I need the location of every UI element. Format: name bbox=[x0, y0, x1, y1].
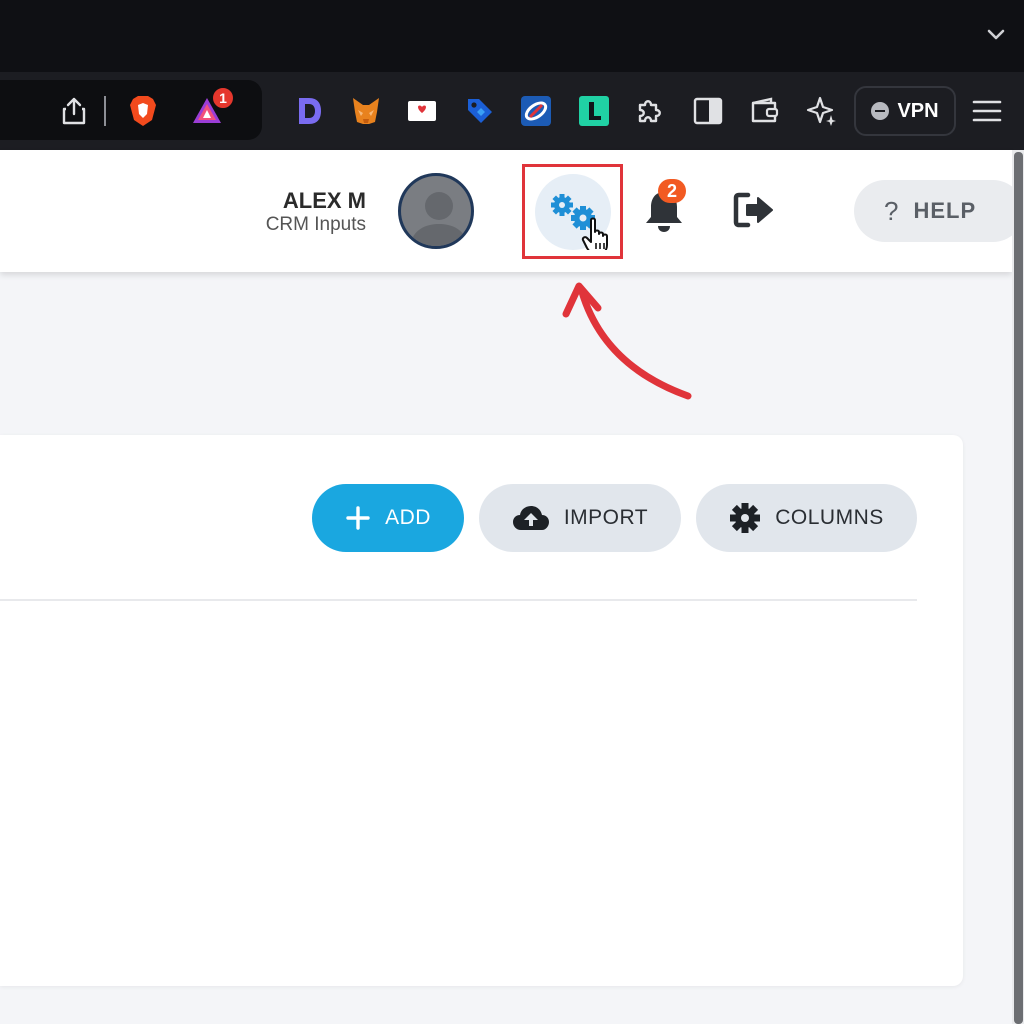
wallet-icon[interactable] bbox=[748, 94, 782, 128]
plus-icon bbox=[346, 506, 370, 530]
add-label: ADD bbox=[385, 506, 431, 529]
help-label: HELP bbox=[913, 198, 977, 223]
logout-button[interactable] bbox=[732, 190, 778, 230]
vpn-status-icon bbox=[871, 102, 890, 120]
toolbar-separator bbox=[104, 96, 106, 126]
user-role: CRM Inputs bbox=[265, 214, 366, 235]
import-label: IMPORT bbox=[563, 506, 649, 529]
l-extension-icon[interactable] bbox=[577, 94, 611, 128]
import-button[interactable]: IMPORT bbox=[479, 484, 681, 552]
columns-label: COLUMNS bbox=[775, 506, 884, 529]
gear-icon bbox=[730, 503, 761, 533]
vpn-button[interactable]: VPN bbox=[854, 86, 956, 136]
link-extension-icon[interactable] bbox=[519, 94, 553, 128]
rewards-badge: 1 bbox=[211, 86, 235, 110]
menu-icon[interactable] bbox=[970, 94, 1004, 128]
arrow-annotation-icon bbox=[562, 282, 692, 400]
browser-tabstrip bbox=[0, 0, 1024, 72]
user-name: ALEX M bbox=[282, 188, 366, 213]
metamask-icon[interactable] bbox=[349, 94, 383, 128]
tag-extension-icon[interactable] bbox=[463, 94, 497, 128]
avatar[interactable] bbox=[398, 173, 474, 249]
card-divider bbox=[0, 599, 917, 601]
help-button[interactable]: ? HELP bbox=[854, 180, 1024, 242]
columns-button[interactable]: COLUMNS bbox=[696, 484, 917, 552]
scrollbar-thumb[interactable] bbox=[1014, 152, 1023, 1024]
cloud-upload-icon bbox=[512, 506, 549, 530]
vpn-label: VPN bbox=[897, 99, 939, 122]
notification-count-badge: 2 bbox=[658, 179, 686, 203]
share-icon[interactable] bbox=[57, 94, 91, 128]
question-icon: ? bbox=[884, 195, 900, 226]
highlight-annotation bbox=[522, 164, 623, 259]
chevron-down-icon[interactable] bbox=[984, 22, 1008, 46]
add-button[interactable]: ADD bbox=[312, 484, 464, 552]
leo-ai-icon[interactable] bbox=[805, 94, 839, 128]
mail-extension-icon[interactable] bbox=[405, 94, 439, 128]
brave-shields-icon[interactable] bbox=[126, 94, 160, 128]
puzzle-icon[interactable] bbox=[633, 94, 667, 128]
sidebar-icon[interactable] bbox=[691, 94, 725, 128]
d-extension-icon[interactable] bbox=[292, 94, 326, 128]
logout-icon bbox=[733, 192, 773, 228]
